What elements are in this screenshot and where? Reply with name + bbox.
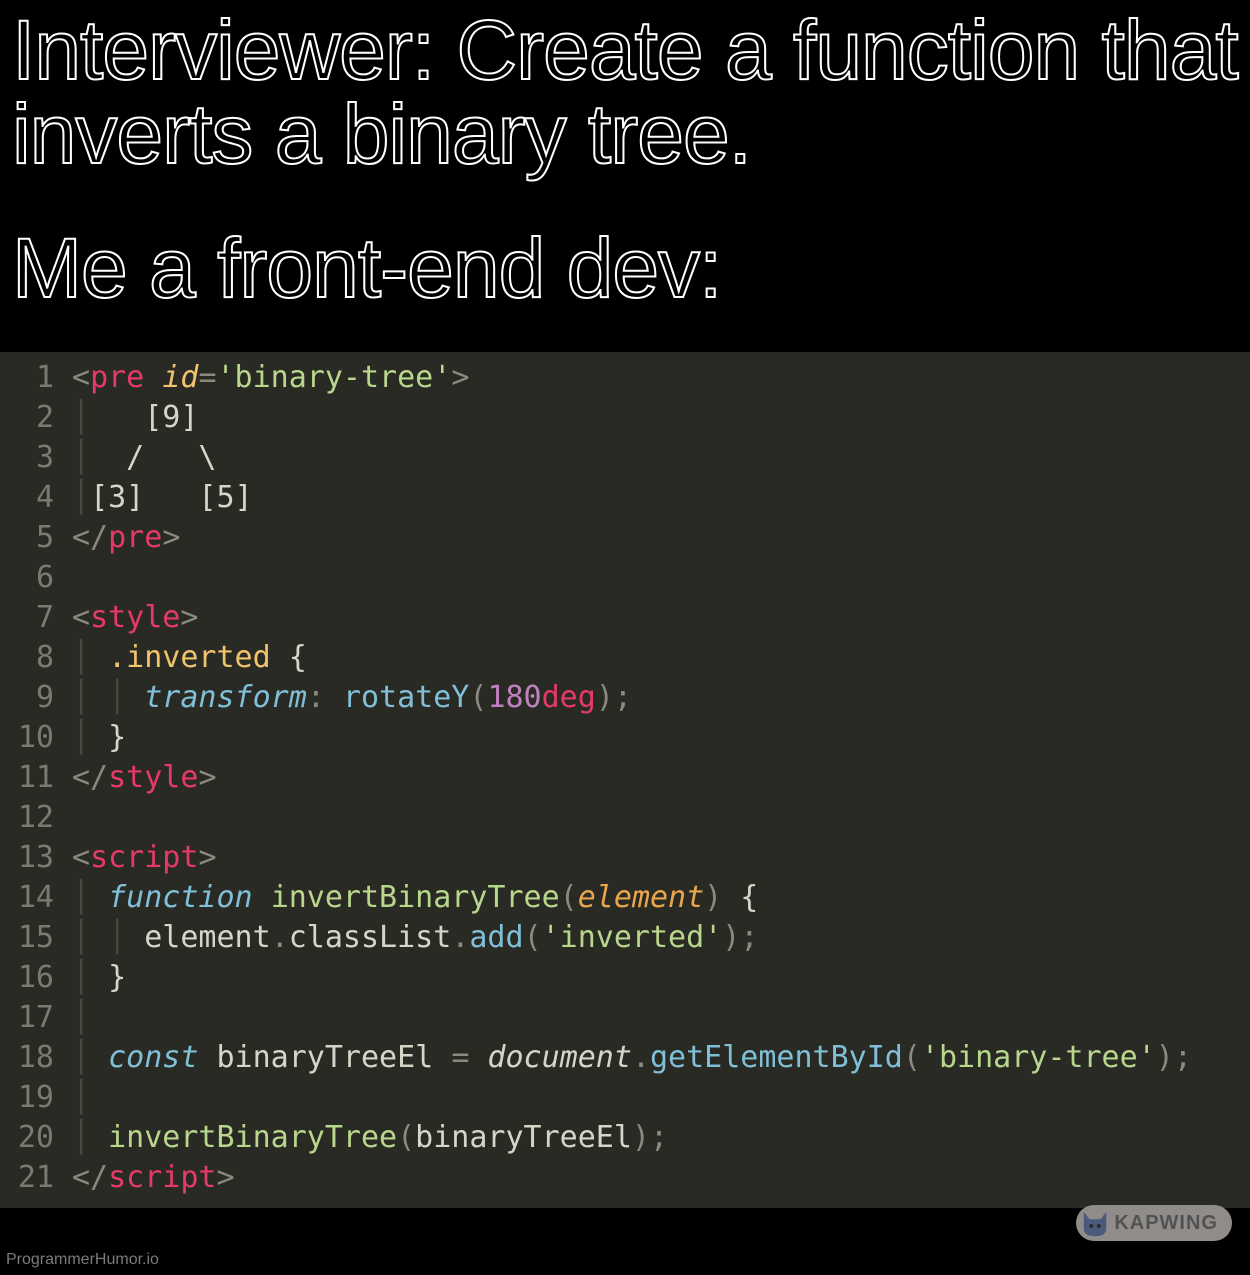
code-content: │ invertBinaryTree(binaryTreeEl); [72, 1118, 668, 1158]
code-line: 16│ } [0, 958, 1250, 998]
line-number: 13 [0, 838, 72, 878]
code-line: 6 [0, 558, 1250, 598]
code-line: 1<pre id='binary-tree'> [0, 358, 1250, 398]
code-content: │ function invertBinaryTree(element) { [72, 878, 758, 918]
code-line: 11</style> [0, 758, 1250, 798]
line-number: 1 [0, 358, 72, 398]
line-number: 14 [0, 878, 72, 918]
code-line: 17│ [0, 998, 1250, 1038]
line-number: 3 [0, 438, 72, 478]
kapwing-watermark: KAPWING [1076, 1205, 1232, 1241]
code-line: 7<style> [0, 598, 1250, 638]
code-line: 8│ .inverted { [0, 638, 1250, 678]
line-number: 19 [0, 1078, 72, 1118]
code-line: 3│ / \ [0, 438, 1250, 478]
code-line: 4│[3] [5] [0, 478, 1250, 518]
code-content: </style> [72, 758, 217, 798]
code-line: 21</script> [0, 1158, 1250, 1198]
code-line: 5</pre> [0, 518, 1250, 558]
line-number: 12 [0, 798, 72, 838]
line-number: 5 [0, 518, 72, 558]
code-line: 19│ [0, 1078, 1250, 1118]
code-content: │ const binaryTreeEl = document.getEleme… [72, 1038, 1192, 1078]
line-number: 6 [0, 558, 72, 598]
code-line: 18│ const binaryTreeEl = document.getEle… [0, 1038, 1250, 1078]
line-number: 11 [0, 758, 72, 798]
code-content: │ │ transform: rotateY(180deg); [72, 678, 632, 718]
code-line: 14│ function invertBinaryTree(element) { [0, 878, 1250, 918]
code-content: │ } [72, 958, 126, 998]
line-number: 16 [0, 958, 72, 998]
meme-caption-top: Interviewer: Create a function that inve… [0, 8, 1250, 176]
code-line: 15│ │ element.classList.add('inverted'); [0, 918, 1250, 958]
line-number: 8 [0, 638, 72, 678]
code-content: <script> [72, 838, 217, 878]
line-number: 7 [0, 598, 72, 638]
code-line: 2│ [9] [0, 398, 1250, 438]
code-content: │ [72, 998, 90, 1038]
code-content: │ / \ [72, 438, 217, 478]
line-number: 17 [0, 998, 72, 1038]
footer-credit: ProgrammerHumor.io [6, 1251, 159, 1269]
watermark-label: KAPWING [1114, 1212, 1218, 1235]
cat-icon [1080, 1208, 1110, 1238]
code-line: 10│ } [0, 718, 1250, 758]
code-content: │[3] [5] [72, 478, 253, 518]
line-number: 9 [0, 678, 72, 718]
line-number: 2 [0, 398, 72, 438]
code-line: 9│ │ transform: rotateY(180deg); [0, 678, 1250, 718]
line-number: 20 [0, 1118, 72, 1158]
code-line: 12 [0, 798, 1250, 838]
line-number: 4 [0, 478, 72, 518]
code-content: │ │ element.classList.add('inverted'); [72, 918, 758, 958]
meme-caption-middle: Me a front-end dev: [0, 226, 1250, 310]
code-line: 13<script> [0, 838, 1250, 878]
code-content: <pre id='binary-tree'> [72, 358, 469, 398]
code-line: 20│ invertBinaryTree(binaryTreeEl); [0, 1118, 1250, 1158]
line-number: 21 [0, 1158, 72, 1198]
code-editor: 1<pre id='binary-tree'>2│ [9]3│ / \4│[3]… [0, 352, 1250, 1208]
line-number: 18 [0, 1038, 72, 1078]
code-content: │ [9] [72, 398, 198, 438]
code-content: </pre> [72, 518, 180, 558]
code-content: <style> [72, 598, 198, 638]
code-content: │ } [72, 718, 126, 758]
code-content: │ .inverted { [72, 638, 307, 678]
code-content: </script> [72, 1158, 235, 1198]
line-number: 10 [0, 718, 72, 758]
code-content: │ [72, 1078, 90, 1118]
line-number: 15 [0, 918, 72, 958]
